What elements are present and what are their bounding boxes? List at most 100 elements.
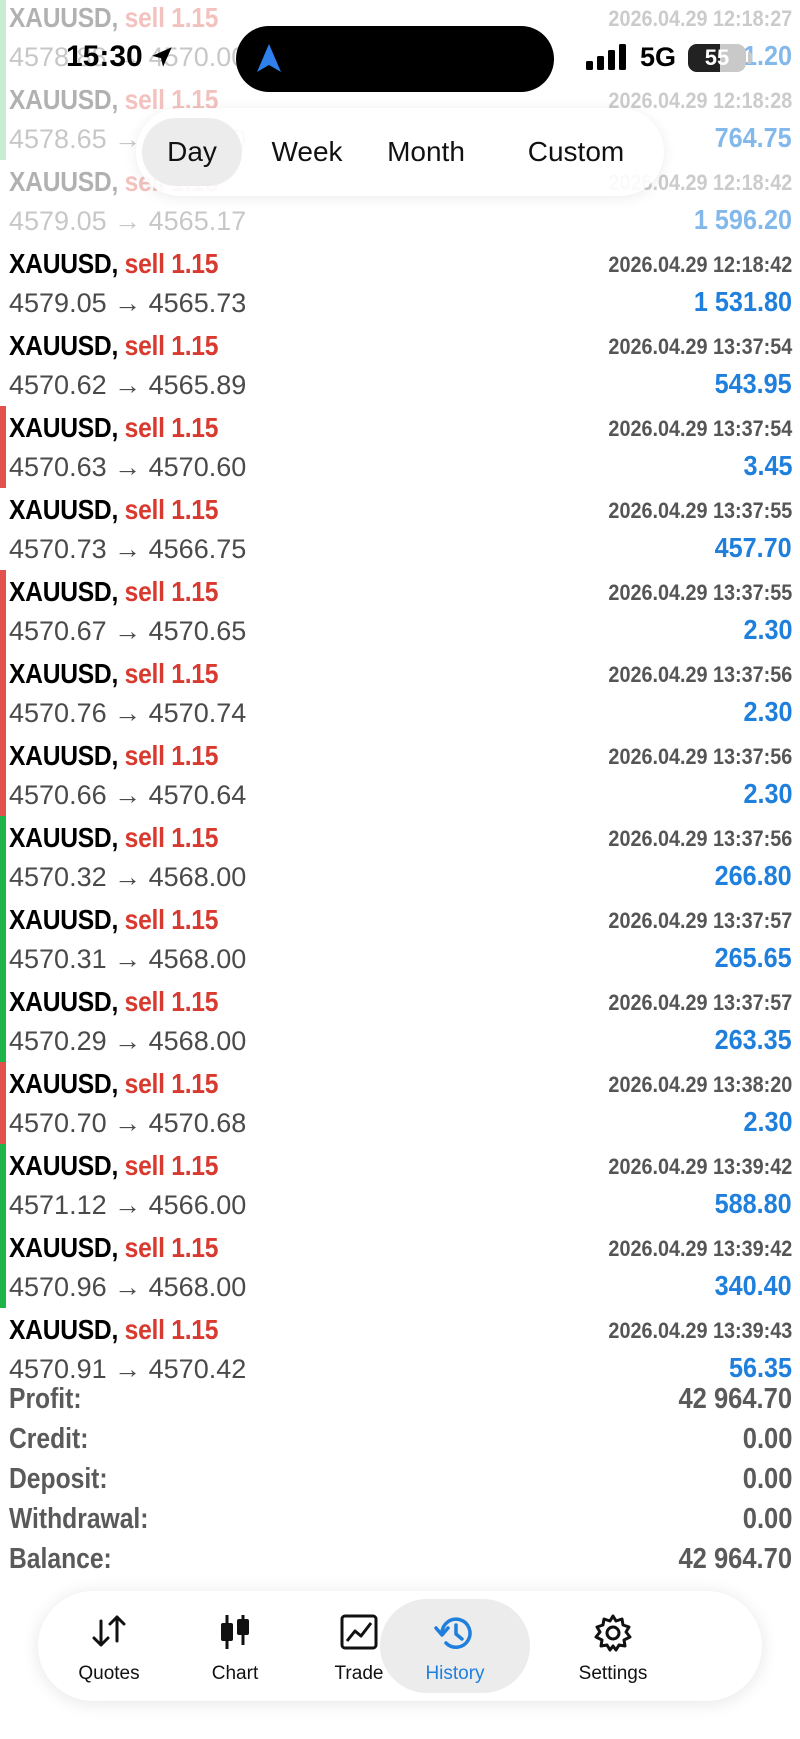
tab-history[interactable]: History	[380, 1591, 530, 1701]
symbol-name: XAUUSD,	[9, 330, 119, 361]
trade-profit: 266.80	[714, 860, 792, 891]
trade-row[interactable]: XAUUSD, sell 1.15 2026.04.29 13:37:54 4570…	[0, 324, 800, 406]
close-price: 4568.00	[148, 1272, 247, 1302]
trade-profit: 588.80	[714, 1188, 792, 1219]
tab-label: Settings	[578, 1663, 648, 1684]
summary-label: Profit:	[9, 1383, 82, 1415]
trade-symbol: XAUUSD, sell 1.15	[9, 1150, 218, 1182]
trade-symbol: XAUUSD, sell 1.15	[9, 412, 218, 444]
trade-side: sell 1.15	[124, 1314, 219, 1345]
trade-prices: 4579.05 → 4565.17	[9, 206, 246, 237]
status-time-text: 15:30	[66, 40, 143, 73]
trade-side: sell 1.15	[124, 1232, 219, 1263]
open-price: 4579.05	[9, 288, 107, 318]
open-price: 4570.32	[9, 862, 107, 892]
trade-row[interactable]: XAUUSD, sell 1.15 2026.04.29 12:18:42 4579…	[0, 242, 800, 324]
trade-row[interactable]: XAUUSD, sell 1.15 2026.04.29 13:39:42 4570…	[0, 1226, 800, 1308]
symbol-name: XAUUSD,	[9, 1150, 119, 1181]
trade-row[interactable]: XAUUSD, sell 1.15 2026.04.29 13:37:56 4570…	[0, 734, 800, 816]
trade-prices: 4570.96 → 4568.00	[9, 1272, 246, 1303]
arrow-right-icon: →	[114, 452, 142, 482]
trade-time: 2026.04.29 13:37:56	[608, 662, 792, 687]
trade-history-list[interactable]: XAUUSD, sell 1.15 2026.04.29 12:18:27 4578…	[0, 0, 800, 1390]
open-price: 4579.05	[9, 206, 107, 236]
arrow-right-icon: →	[114, 534, 142, 564]
period-tab-month[interactable]: Month	[372, 118, 480, 186]
trade-time: 2026.04.29 13:37:57	[608, 990, 792, 1015]
open-price: 4578.65	[9, 124, 107, 154]
symbol-name: XAUUSD,	[9, 740, 119, 771]
tab-label: History	[425, 1663, 485, 1684]
symbol-name: XAUUSD,	[9, 904, 119, 935]
close-price: 4565.89	[148, 370, 247, 400]
trade-row[interactable]: XAUUSD, sell 1.15 2026.04.29 13:37:55 4570…	[0, 570, 800, 652]
trade-time: 2026.04.29 13:37:54	[608, 416, 792, 441]
trade-symbol: XAUUSD, sell 1.15	[9, 1232, 218, 1264]
period-selector: Day Week Month Custom	[136, 108, 664, 196]
arrow-right-icon: →	[114, 944, 142, 974]
trade-symbol: XAUUSD, sell 1.15	[9, 740, 218, 772]
trade-row[interactable]: XAUUSD, sell 1.15 2026.04.29 13:37:55 4570…	[0, 488, 800, 570]
summary-value: 0.00	[742, 1503, 792, 1535]
trade-marker-green	[0, 980, 6, 1062]
battery-tip	[748, 52, 752, 64]
trade-prices: 4570.70 → 4570.68	[9, 1108, 246, 1139]
trade-profit: 3.45	[742, 450, 792, 481]
arrow-right-icon: →	[114, 698, 142, 728]
trade-symbol: XAUUSD, sell 1.15	[9, 904, 218, 936]
symbol-name: XAUUSD,	[9, 248, 119, 279]
trade-profit: 764.75	[714, 122, 792, 153]
trade-side: sell 1.15	[124, 740, 219, 771]
trade-row[interactable]: XAUUSD, sell 1.15 2026.04.29 13:39:42 4571…	[0, 1144, 800, 1226]
trade-time: 2026.04.29 13:39:42	[608, 1236, 792, 1261]
close-price: 4568.00	[148, 1026, 247, 1056]
trade-time: 2026.04.29 13:37:56	[608, 826, 792, 851]
summary-row: Deposit: 0.00	[0, 1459, 800, 1499]
navigation-arrow-icon	[257, 44, 281, 72]
trade-side: sell 1.15	[124, 904, 219, 935]
trade-marker-green	[0, 1144, 6, 1226]
summary-value: 42 964.70	[678, 1543, 792, 1575]
trade-prices: 4570.32 → 4568.00	[9, 862, 246, 893]
symbol-name: XAUUSD,	[9, 822, 119, 853]
account-summary: Profit: 42 964.70 Credit: 0.00 Deposit: 0.00 W…	[0, 1379, 800, 1579]
status-bar: 15:30 5G 55	[0, 0, 800, 100]
trade-prices: 4570.63 → 4570.60	[9, 452, 246, 483]
trade-time: 2026.04.29 13:37:55	[608, 580, 792, 605]
trade-row[interactable]: XAUUSD, sell 1.15 2026.04.29 13:37:56 4570…	[0, 816, 800, 898]
trade-profit: 457.70	[714, 532, 792, 563]
trade-prices: 4570.73 → 4566.75	[9, 534, 246, 565]
trade-profit: 1 596.20	[693, 204, 792, 235]
trade-row[interactable]: XAUUSD, sell 1.15 2026.04.29 13:37:54 4570…	[0, 406, 800, 488]
period-tab-day[interactable]: Day	[142, 118, 242, 186]
trade-side: sell 1.15	[124, 412, 219, 443]
symbol-name: XAUUSD,	[9, 658, 119, 689]
trade-marker-green	[0, 816, 6, 898]
arrow-right-icon: →	[114, 370, 142, 400]
period-tab-custom[interactable]: Custom	[486, 118, 666, 186]
trade-profit: 543.95	[714, 368, 792, 399]
period-tab-week[interactable]: Week	[260, 118, 354, 186]
tab-settings[interactable]: Settings	[538, 1591, 688, 1701]
trade-profit: 2.30	[742, 614, 792, 645]
close-price: 4568.00	[148, 862, 247, 892]
close-price: 4570.65	[148, 616, 247, 646]
open-price: 4570.96	[9, 1272, 107, 1302]
trade-row[interactable]: XAUUSD, sell 1.15 2026.04.29 13:37:57 4570…	[0, 898, 800, 980]
arrow-right-icon: →	[114, 1108, 142, 1138]
trade-side: sell 1.15	[124, 330, 219, 361]
trade-row[interactable]: XAUUSD, sell 1.15 2026.04.29 13:39:43 4570…	[0, 1308, 800, 1390]
trade-profit: 2.30	[742, 1106, 792, 1137]
symbol-name: XAUUSD,	[9, 986, 119, 1017]
summary-row: Credit: 0.00	[0, 1419, 800, 1459]
trade-time: 2026.04.29 13:37:54	[608, 334, 792, 359]
trade-row[interactable]: XAUUSD, sell 1.15 2026.04.29 13:37:57 4570…	[0, 980, 800, 1062]
trade-symbol: XAUUSD, sell 1.15	[9, 658, 218, 690]
summary-label: Deposit:	[9, 1463, 108, 1495]
trade-row[interactable]: XAUUSD, sell 1.15 2026.04.29 13:38:20 4570…	[0, 1062, 800, 1144]
close-price: 4570.68	[148, 1108, 247, 1138]
trade-row[interactable]: XAUUSD, sell 1.15 2026.04.29 13:37:56 4570…	[0, 652, 800, 734]
arrow-right-icon: →	[114, 206, 142, 236]
symbol-name: XAUUSD,	[9, 1232, 119, 1263]
arrow-right-icon: →	[114, 1272, 142, 1302]
